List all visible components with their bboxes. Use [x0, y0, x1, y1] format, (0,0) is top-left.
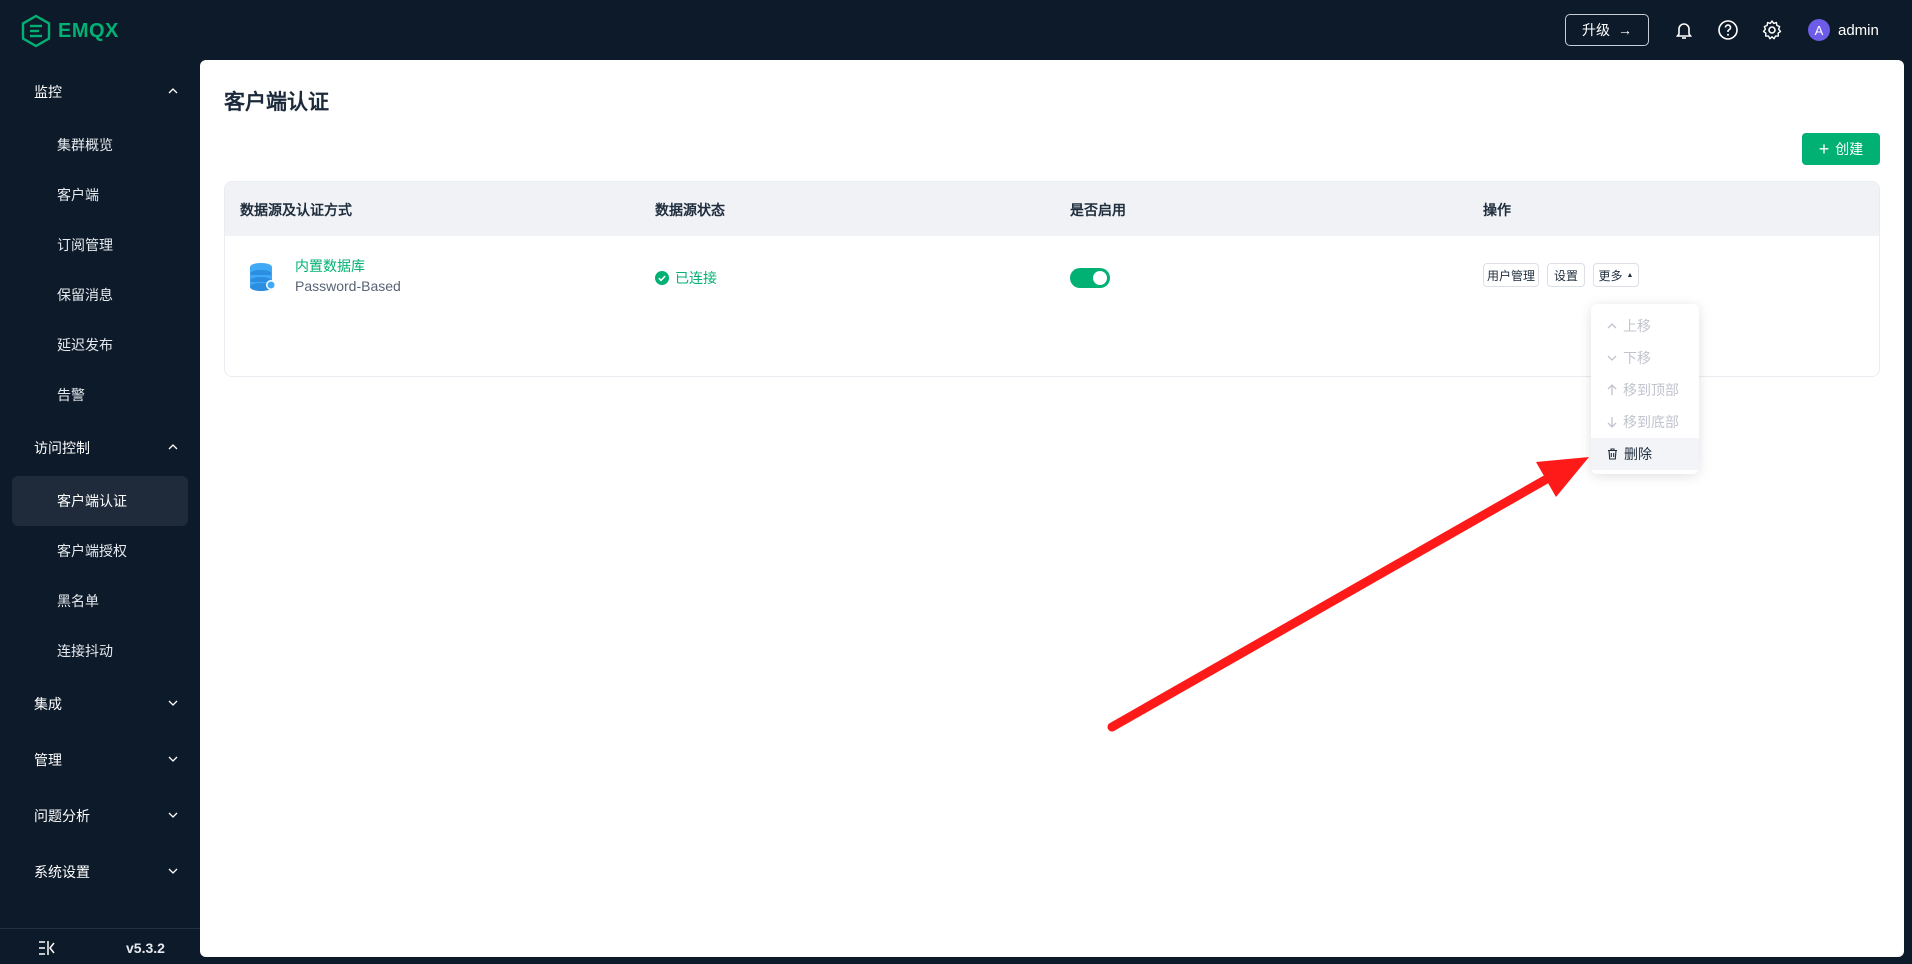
collapse-sidebar-icon[interactable] — [38, 940, 56, 956]
bell-icon[interactable] — [1673, 19, 1695, 41]
more-dropdown-menu: 上移 下移 移到顶部 移到底部 删除 — [1591, 304, 1699, 474]
status-text: 已连接 — [675, 270, 717, 286]
sidebar-item-authentication[interactable]: 客户端认证 — [57, 491, 127, 511]
sidebar: 监控 集群概览 客户端 订阅管理 保留消息 延迟发布 告警 访问控制 客户端认证… — [0, 60, 200, 964]
sidebar-item-alarms[interactable]: 告警 — [57, 385, 85, 405]
sidebar-item-banned[interactable]: 黑名单 — [57, 591, 99, 611]
chevron-up-icon[interactable] — [168, 86, 178, 96]
sidebar-item-authorization[interactable]: 客户端授权 — [57, 541, 127, 561]
version-label: v5.3.2 — [126, 940, 165, 956]
trash-icon — [1608, 448, 1617, 460]
plus-icon: + — [1818, 139, 1830, 159]
upgrade-label: 升级 — [1582, 22, 1610, 38]
sidebar-item-retained[interactable]: 保留消息 — [57, 285, 113, 305]
arrow-down-icon — [1607, 417, 1617, 428]
column-header: 操作 — [1483, 202, 1511, 218]
settings-button[interactable]: 设置 — [1547, 263, 1585, 287]
menu-item-move-up[interactable]: 上移 — [1591, 310, 1699, 342]
data-source-name-link[interactable]: 内置数据库 — [295, 256, 365, 276]
menu-item-label: 下移 — [1623, 350, 1651, 366]
emqx-logo[interactable]: EMQX — [20, 14, 119, 48]
chevron-down-icon[interactable] — [168, 810, 178, 820]
help-icon[interactable] — [1717, 19, 1739, 41]
sidebar-group-diagnose[interactable]: 问题分析 — [34, 806, 90, 826]
menu-item-delete[interactable]: 删除 — [1591, 438, 1699, 470]
chevron-down-icon[interactable] — [168, 866, 178, 876]
sidebar-item-cluster-overview[interactable]: 集群概览 — [57, 135, 113, 155]
sidebar-group-system[interactable]: 系统设置 — [34, 862, 90, 882]
gear-icon[interactable] — [1761, 19, 1783, 41]
sidebar-group-monitor[interactable]: 监控 — [34, 82, 62, 102]
upgrade-button[interactable]: 升级 → — [1565, 14, 1649, 46]
create-label: 创建 — [1835, 141, 1864, 157]
menu-item-move-bottom[interactable]: 移到底部 — [1591, 406, 1699, 438]
column-header: 数据源状态 — [655, 202, 725, 218]
avatar: A — [1808, 19, 1830, 41]
column-header: 数据源及认证方式 — [240, 202, 352, 218]
top-bar: EMQX 升级 → A admin — [0, 0, 1912, 60]
app-name: EMQX — [58, 19, 119, 42]
chevron-down-icon[interactable] — [168, 754, 178, 764]
menu-item-label: 删除 — [1624, 446, 1652, 462]
sidebar-item-delayed[interactable]: 延迟发布 — [57, 335, 113, 355]
column-header: 是否启用 — [1070, 202, 1126, 218]
sidebar-group-management[interactable]: 管理 — [34, 750, 62, 770]
enable-toggle[interactable] — [1070, 268, 1110, 288]
sidebar-group-integration[interactable]: 集成 — [34, 694, 62, 714]
user-name: admin — [1838, 21, 1879, 39]
table-header: 数据源及认证方式 数据源状态 是否启用 操作 — [225, 182, 1879, 236]
more-button[interactable]: 更多 ▲ — [1593, 263, 1639, 287]
menu-item-move-down[interactable]: 下移 — [1591, 342, 1699, 374]
menu-item-label: 上移 — [1623, 318, 1651, 334]
menu-item-label: 移到顶部 — [1623, 382, 1679, 398]
auth-method: Password-Based — [295, 278, 401, 294]
arrow-right-icon: → — [1618, 22, 1632, 38]
emqx-logo-icon — [21, 14, 51, 48]
sidebar-footer: v5.3.2 — [0, 928, 200, 964]
arrow-up-icon — [1607, 384, 1617, 395]
more-label: 更多 — [1598, 268, 1623, 283]
sidebar-item-subscriptions[interactable]: 订阅管理 — [57, 235, 113, 255]
create-button[interactable]: + 创建 — [1802, 133, 1880, 165]
main-content: 客户端认证 + 创建 数据源及认证方式 数据源状态 是否启用 操作 内置数据库 — [200, 60, 1904, 957]
chevron-up-icon[interactable] — [168, 442, 178, 452]
menu-item-label: 移到底部 — [1623, 414, 1679, 430]
chevron-down-icon[interactable] — [168, 698, 178, 708]
caret-up-icon: ▲ — [1626, 271, 1634, 279]
check-circle-icon — [655, 271, 669, 285]
user-management-button[interactable]: 用户管理 — [1483, 263, 1539, 287]
database-icon — [250, 263, 276, 291]
sidebar-item-flapping[interactable]: 连接抖动 — [57, 641, 113, 661]
sidebar-group-access-control[interactable]: 访问控制 — [34, 438, 90, 458]
status-badge: 已连接 — [655, 268, 717, 288]
user-menu[interactable]: A admin — [1808, 19, 1879, 41]
chevron-up-icon — [1607, 323, 1617, 329]
sidebar-item-clients[interactable]: 客户端 — [57, 185, 99, 205]
menu-item-move-top[interactable]: 移到顶部 — [1591, 374, 1699, 406]
chevron-down-icon — [1607, 355, 1617, 361]
page-title: 客户端认证 — [224, 91, 329, 114]
